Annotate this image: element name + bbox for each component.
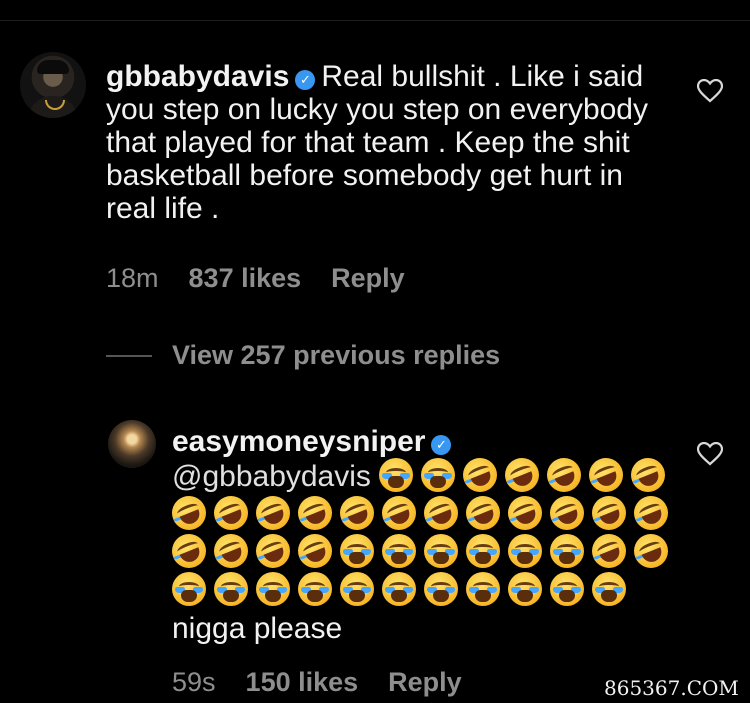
crying-emoji-icon	[382, 534, 416, 568]
laughing-emoji-icon	[542, 452, 587, 498]
comment-meta: 18m 837 likes Reply	[106, 263, 435, 294]
reply-likes[interactable]: 150 likes	[246, 667, 359, 697]
laughing-emoji-icon	[458, 452, 503, 498]
avatar-gbbabydavis[interactable]	[20, 52, 86, 118]
comment-username[interactable]: gbbabydavis	[106, 60, 289, 93]
crying-emoji-icon	[256, 572, 290, 606]
comment-likes[interactable]: 837 likes	[189, 263, 302, 293]
laughing-emoji-icon	[628, 490, 674, 536]
comment-body: gbbabydavis ✓ Real bullshit . Like i said …	[106, 60, 666, 225]
verified-badge-icon: ✓	[295, 70, 316, 90]
laughing-emoji-icon	[584, 452, 629, 498]
laughing-emoji-icon	[376, 490, 422, 536]
crying-emoji-icon	[379, 458, 414, 492]
crying-emoji-icon	[508, 572, 542, 606]
comment-time: 18m	[106, 263, 159, 293]
crying-emoji-icon	[466, 534, 500, 568]
reply-body: easymoneysniper ✓ @gbbabydavis nigga plea…	[166, 425, 692, 648]
laughing-emoji-icon	[250, 490, 296, 536]
view-previous-replies[interactable]: View 257 previous replies	[172, 340, 500, 371]
crying-emoji-icon	[424, 572, 458, 606]
reply-username[interactable]: easymoneysniper	[172, 425, 425, 458]
laughing-emoji-icon	[544, 490, 590, 536]
laughing-emoji-icon	[418, 490, 464, 536]
crying-emoji-icon	[382, 572, 416, 606]
crying-emoji-icon	[550, 572, 584, 606]
avatar-easymoneysniper[interactable]	[108, 420, 156, 468]
laughing-emoji-icon	[208, 528, 254, 574]
laughing-emoji-icon	[166, 490, 212, 536]
crying-emoji-icon	[508, 534, 542, 568]
crying-emoji-icon	[172, 572, 206, 606]
crying-emoji-icon	[424, 534, 458, 568]
laughing-emoji-icon	[292, 528, 338, 574]
crying-emoji-icon	[298, 572, 332, 606]
laughing-emoji-icon	[250, 528, 296, 574]
laughing-emoji-icon	[586, 528, 632, 574]
laughing-emoji-icon	[166, 528, 212, 574]
laughing-emoji-icon	[460, 490, 506, 536]
crying-emoji-icon	[421, 458, 456, 492]
laughing-emoji-icon	[626, 452, 671, 498]
reply-meta: 59s 150 likes Reply	[172, 667, 492, 698]
top-divider	[0, 20, 750, 21]
crying-emoji-icon	[466, 572, 500, 606]
laughing-emoji-icon	[208, 490, 254, 536]
laughing-emoji-icon	[292, 490, 338, 536]
heart-icon[interactable]	[697, 442, 723, 466]
laughing-emoji-icon	[502, 490, 548, 536]
reply-mention[interactable]: @gbbabydavis	[172, 460, 371, 493]
reply-text: nigga please	[172, 612, 343, 645]
crying-emoji-icon	[340, 572, 374, 606]
crying-emoji-icon	[550, 534, 584, 568]
laughing-emoji-icon	[500, 452, 545, 498]
verified-badge-icon: ✓	[431, 435, 452, 455]
reply-reply-button[interactable]: Reply	[388, 667, 462, 697]
crying-emoji-icon	[214, 572, 248, 606]
laughing-emoji-icon	[628, 528, 674, 574]
replies-divider	[106, 355, 152, 357]
comment-reply-button[interactable]: Reply	[331, 263, 405, 293]
crying-emoji-icon	[592, 572, 626, 606]
reply-time: 59s	[172, 667, 216, 697]
crying-emoji-icon	[340, 534, 374, 568]
heart-icon[interactable]	[697, 79, 723, 103]
watermark: 865367.COM	[604, 676, 739, 700]
laughing-emoji-icon	[586, 490, 632, 536]
laughing-emoji-icon	[334, 490, 380, 536]
